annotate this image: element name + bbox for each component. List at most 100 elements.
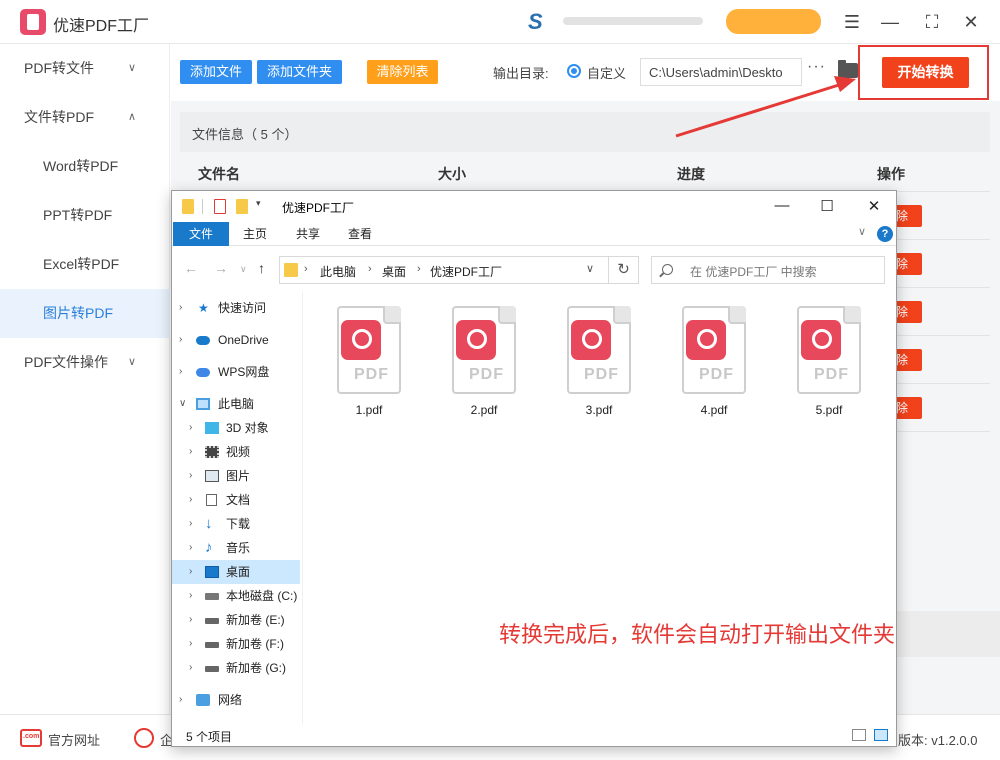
- sidebar-item-pdf-to-file[interactable]: PDF转文件 ∨: [0, 44, 170, 93]
- tree-item-drive-c[interactable]: › 本地磁盘 (C:): [172, 584, 300, 608]
- tree-item-wps-drive[interactable]: › WPS网盘: [172, 360, 300, 384]
- properties-icon[interactable]: [214, 199, 226, 214]
- sidebar-item-label: PDF转文件: [24, 60, 94, 76]
- divider: [202, 199, 203, 214]
- network-icon: [196, 694, 210, 706]
- explorer-minimize-button[interactable]: —: [772, 197, 792, 214]
- tree-item-music[interactable]: › ♪ 音乐: [172, 536, 300, 560]
- forward-arrow-icon[interactable]: →: [214, 260, 228, 276]
- minimize-button[interactable]: —: [878, 10, 902, 34]
- website-link[interactable]: 官方网址: [48, 730, 100, 749]
- help-icon[interactable]: ?: [877, 226, 893, 242]
- recent-dropdown-icon[interactable]: ∨: [240, 264, 247, 275]
- address-bar[interactable]: › 此电脑 › 桌面 › 优速PDF工厂 ∨: [279, 256, 609, 284]
- tree-item-documents[interactable]: › 文档: [172, 488, 300, 512]
- sidebar-item-excel-to-pdf[interactable]: Excel转PDF: [0, 240, 170, 289]
- sidebar-item-label: 文件转PDF: [24, 109, 94, 125]
- breadcrumb-this-pc[interactable]: 此电脑: [320, 263, 356, 280]
- cloud-icon: [196, 368, 210, 377]
- tree-item-label: 本地磁盘 (C:): [226, 589, 298, 603]
- sidebar-item-pdf-operations[interactable]: PDF文件操作 ∨: [0, 338, 170, 387]
- quick-access-dropdown-icon[interactable]: ▾: [256, 198, 266, 213]
- sidebar-item-image-to-pdf[interactable]: 图片转PDF: [0, 289, 170, 338]
- ribbon-expand-icon[interactable]: ∨: [858, 225, 866, 238]
- sidebar-item-label: 图片转PDF: [43, 305, 113, 321]
- file-name: 1.pdf: [355, 403, 383, 417]
- up-arrow-icon[interactable]: ↑: [258, 260, 265, 276]
- explorer-maximize-button[interactable]: ☐: [817, 197, 837, 215]
- tree-item-drive-g[interactable]: › 新加卷 (G:): [172, 656, 300, 680]
- large-icons-view-icon[interactable]: [874, 729, 888, 741]
- new-folder-icon[interactable]: [236, 199, 248, 214]
- search-input[interactable]: 在 优速PDF工厂 中搜索: [651, 256, 885, 284]
- custom-radio-label[interactable]: 自定义: [587, 63, 626, 82]
- file-item[interactable]: PDF 4.pdf: [670, 306, 758, 426]
- tree-item-pictures[interactable]: › 图片: [172, 464, 300, 488]
- maximize-button[interactable]: ⛶: [920, 10, 944, 34]
- drive-icon: [205, 642, 219, 648]
- tree-item-label: 下载: [226, 517, 251, 531]
- tab-file[interactable]: 文件: [173, 222, 229, 246]
- tree-item-network[interactable]: › 网络: [172, 688, 300, 712]
- add-file-button[interactable]: 添加文件: [180, 60, 252, 84]
- app-title: 优速PDF工厂: [53, 18, 150, 35]
- close-button[interactable]: ✕: [959, 10, 983, 34]
- clear-list-button[interactable]: 清除列表: [367, 60, 438, 84]
- item-count: 5 个项目: [186, 730, 233, 744]
- promo-button[interactable]: [726, 9, 821, 34]
- tree-item-videos[interactable]: › 视频: [172, 440, 300, 464]
- pdf-file-icon: PDF: [567, 306, 631, 394]
- add-folder-button[interactable]: 添加文件夹: [257, 60, 342, 84]
- file-item[interactable]: PDF 3.pdf: [555, 306, 643, 426]
- tree-item-quick-access[interactable]: › ★ 快速访问: [172, 296, 300, 320]
- tree-item-label: 新加卷 (E:): [226, 613, 285, 627]
- address-dropdown-icon[interactable]: ∨: [586, 262, 594, 275]
- tree-item-label: 图片: [226, 469, 251, 483]
- title-bar: 优速PDF工厂 S ☰ — ⛶ ✕: [0, 0, 1000, 44]
- start-button-highlight: [858, 45, 989, 100]
- tab-view[interactable]: 查看: [339, 222, 381, 246]
- website-icon[interactable]: [20, 729, 42, 747]
- search-placeholder: 在 优速PDF工厂 中搜索: [690, 265, 817, 279]
- tree-item-onedrive[interactable]: › OneDrive: [172, 328, 300, 352]
- tree-item-label: 网络: [218, 693, 243, 707]
- app-logo-icon: [20, 9, 46, 35]
- column-header-action: 操作: [877, 166, 905, 182]
- sidebar-item-file-to-pdf[interactable]: 文件转PDF ∧: [0, 93, 170, 142]
- tree-item-this-pc[interactable]: ∨ 此电脑: [172, 392, 300, 416]
- promo-banner[interactable]: [563, 17, 703, 25]
- details-view-icon[interactable]: [852, 729, 866, 741]
- tree-item-downloads[interactable]: › ↓ 下载: [172, 512, 300, 536]
- tab-home[interactable]: 主页: [234, 222, 276, 246]
- download-icon: ↓: [205, 515, 213, 532]
- promo-logo-icon[interactable]: S: [528, 11, 558, 33]
- file-item[interactable]: PDF 2.pdf: [440, 306, 528, 426]
- tree-item-drive-f[interactable]: › 新加卷 (F:): [172, 632, 300, 656]
- menu-icon[interactable]: ☰: [840, 10, 864, 34]
- file-name: 3.pdf: [585, 403, 613, 417]
- drive-icon: [205, 618, 219, 624]
- tab-share[interactable]: 共享: [287, 222, 329, 246]
- explorer-close-button[interactable]: ✕: [864, 197, 884, 215]
- pdf-file-icon: PDF: [337, 306, 401, 394]
- tree-item-label: 3D 对象: [226, 421, 269, 435]
- chevron-up-icon: ∧: [127, 111, 136, 123]
- image-icon: [205, 470, 219, 482]
- breadcrumb-desktop[interactable]: 桌面: [382, 263, 406, 280]
- tree-item-drive-e[interactable]: › 新加卷 (E:): [172, 608, 300, 632]
- sidebar-item-ppt-to-pdf[interactable]: PPT转PDF: [0, 191, 170, 240]
- tree-item-3d-objects[interactable]: › 3D 对象: [172, 416, 300, 440]
- file-item[interactable]: PDF 1.pdf: [325, 306, 413, 426]
- sidebar-item-word-to-pdf[interactable]: Word转PDF: [0, 142, 170, 191]
- tree-item-desktop[interactable]: › 桌面: [172, 560, 300, 584]
- back-arrow-icon[interactable]: ←: [184, 260, 198, 276]
- enterprise-icon[interactable]: [134, 728, 154, 748]
- custom-radio[interactable]: [567, 64, 581, 78]
- breadcrumb-current[interactable]: 优速PDF工厂: [430, 263, 502, 280]
- refresh-button[interactable]: ↻: [609, 256, 639, 284]
- column-header-name: 文件名: [198, 166, 240, 182]
- explorer-ribbon: 文件 主页 共享 查看 ∨ ?: [172, 222, 896, 246]
- tree-item-label: 音乐: [226, 541, 251, 555]
- breadcrumb-separator: ›: [417, 263, 421, 275]
- file-item[interactable]: PDF 5.pdf: [785, 306, 873, 426]
